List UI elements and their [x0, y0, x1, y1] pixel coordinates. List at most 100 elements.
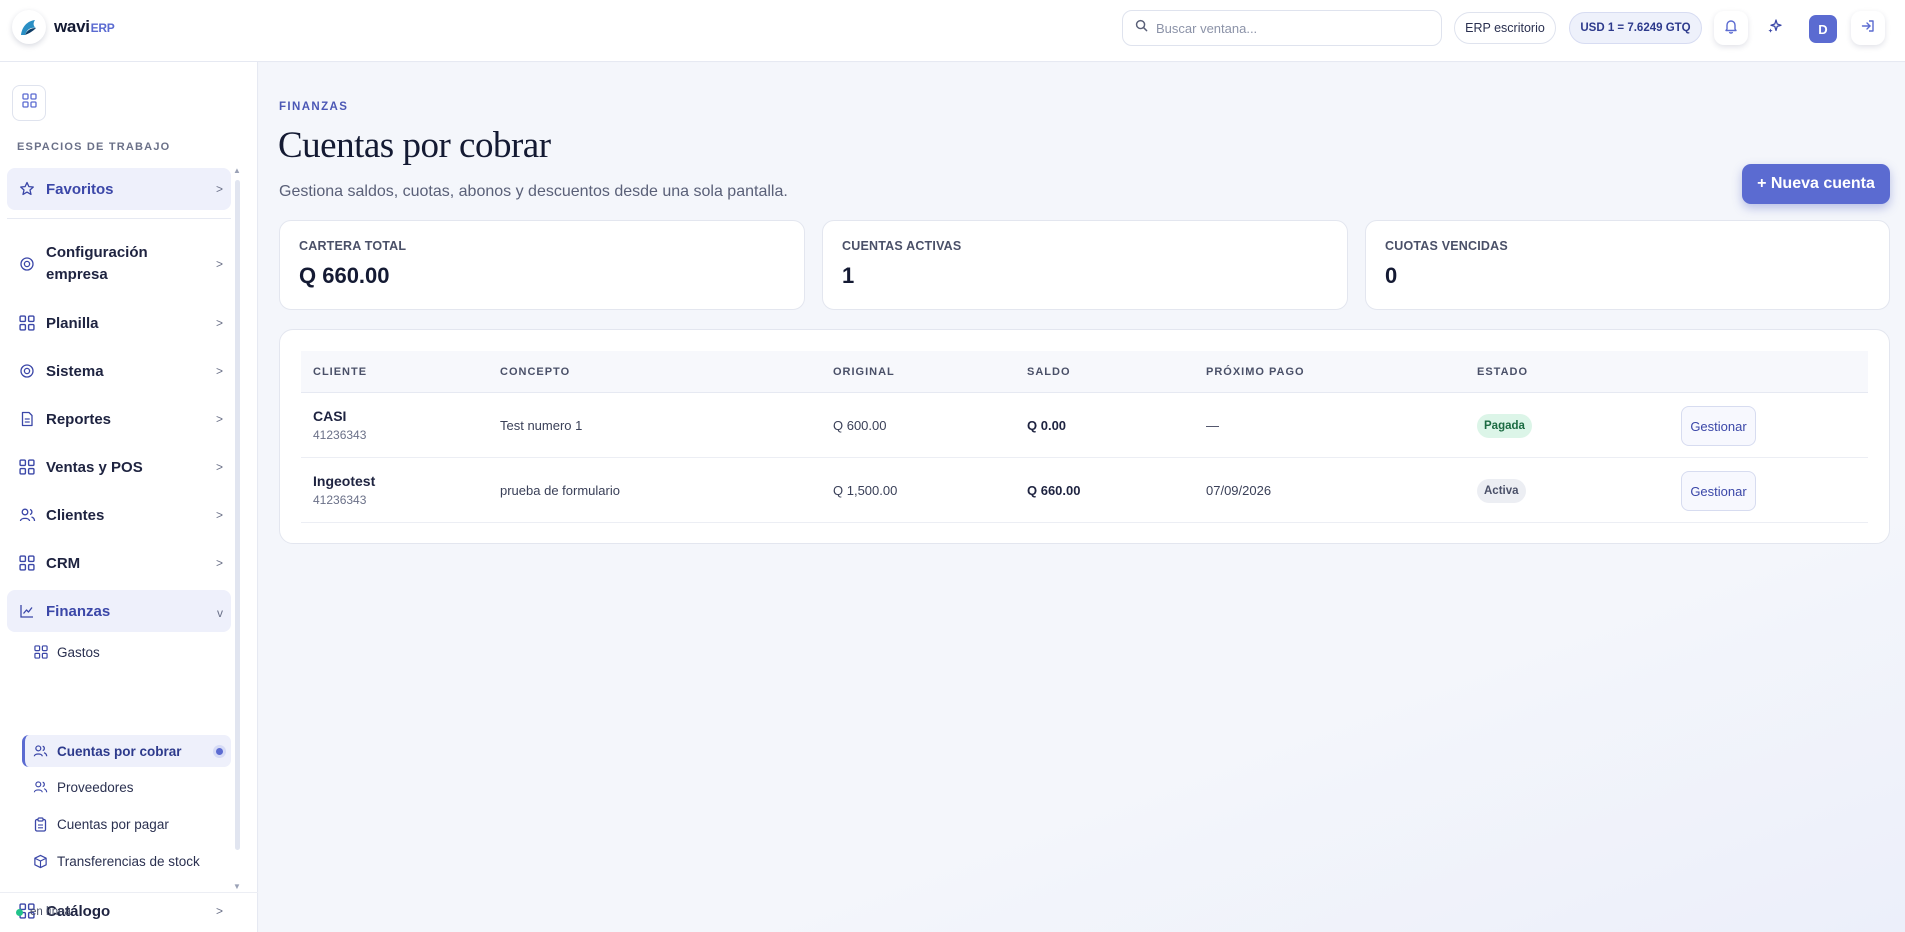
- sidebar-subitem-cuentas-por-cobrar[interactable]: Cuentas por cobrar: [22, 735, 231, 767]
- sidebar-item-label: Reportes: [46, 410, 112, 428]
- sidebar-subitem-cuentas-por-pagar[interactable]: Cuentas por pagar: [22, 808, 231, 840]
- next-payment-cell: 07/09/2026: [1206, 483, 1272, 498]
- stat-value: Q 660.00: [299, 263, 390, 288]
- stat-label: CARTERA TOTAL: [299, 239, 407, 253]
- top-bar: waviERP ERP escritorio USD 1 = 7.6249 GT…: [0, 0, 1905, 62]
- users-icon: [33, 744, 48, 759]
- sidebar-subitem-label: Cuentas por cobrar: [57, 743, 182, 759]
- current-page-indicator: [216, 747, 223, 755]
- client-name: CASI: [313, 408, 347, 424]
- target-icon: [18, 362, 36, 380]
- status-badge: Activa: [1477, 479, 1526, 503]
- column-header-cliente: CLIENTE: [313, 366, 368, 378]
- bell-icon: [1723, 18, 1739, 39]
- sidebar-subitem-transferencias-stock[interactable]: Transferencias de stock: [22, 845, 231, 877]
- sidebar-item-label: Ventas y POS: [46, 458, 143, 476]
- manage-button[interactable]: Gestionar: [1681, 471, 1756, 511]
- breadcrumb: FINANZAS: [279, 101, 349, 113]
- workspace-grid-button[interactable]: [12, 85, 46, 121]
- target-icon: [18, 255, 36, 273]
- sidebar-item-label: Clientes: [46, 506, 105, 524]
- sidebar-subitem-gastos[interactable]: Gastos: [22, 636, 231, 668]
- stat-card-cartera-total: CARTERA TOTAL Q 660.00: [279, 220, 805, 310]
- stat-value: 1: [842, 263, 855, 288]
- chevron-right-icon: >: [215, 257, 223, 271]
- workspaces-label: ESPACIOS DE TRABAJO: [17, 141, 171, 153]
- table-row: CASI 41236343 Test numero 1 Q 600.00 Q 0…: [301, 393, 1868, 458]
- scroll-down-arrow-icon[interactable]: ▼: [233, 882, 241, 891]
- new-account-button[interactable]: + Nueva cuenta: [1742, 164, 1890, 204]
- column-header-saldo: SALDO: [1027, 366, 1071, 378]
- manage-button[interactable]: Gestionar: [1681, 406, 1756, 446]
- ai-assistant-button[interactable]: [1758, 11, 1792, 45]
- sidebar-scrollbar[interactable]: [235, 180, 240, 850]
- notifications-button[interactable]: [1714, 11, 1748, 45]
- erp-mode-button[interactable]: ERP escritorio: [1454, 12, 1556, 44]
- client-id: 41236343: [313, 428, 367, 442]
- column-header-proximo-pago: PRÓXIMO PAGO: [1206, 366, 1305, 378]
- stat-card-cuotas-vencidas: CUOTAS VENCIDAS 0: [1365, 220, 1890, 310]
- users-icon: [33, 780, 48, 795]
- users-icon: [18, 506, 36, 524]
- sidebar-item-clientes[interactable]: Clientes >: [7, 494, 231, 536]
- status-badge: Pagada: [1477, 414, 1532, 438]
- sidebar-subitem-label: Proveedores: [57, 779, 134, 795]
- client-name: Ingeotest: [313, 473, 376, 489]
- sidebar-item-planilla[interactable]: Planilla >: [7, 302, 231, 344]
- grid-icon: [18, 554, 36, 572]
- page-title: Cuentas por cobrar: [278, 125, 551, 166]
- sidebar-subitem-label: Cuentas por pagar: [57, 816, 169, 832]
- logout-icon: [1860, 18, 1876, 39]
- clipboard-icon: [33, 816, 48, 832]
- chevron-right-icon: >: [215, 364, 223, 378]
- concept-cell: prueba de formulario: [500, 483, 620, 498]
- connection-status-label: en línea: [30, 906, 71, 918]
- balance-cell: Q 0.00: [1027, 418, 1067, 433]
- column-header-original: ORIGINAL: [833, 366, 895, 378]
- sidebar-subitem-proveedores[interactable]: Proveedores: [22, 771, 231, 803]
- accounts-table: CLIENTE CONCEPTO ORIGINAL SALDO PRÓXIMO …: [279, 329, 1890, 544]
- sidebar: ESPACIOS DE TRABAJO Favoritos > Configur…: [0, 62, 258, 932]
- page-subtitle: Gestiona saldos, cuotas, abonos y descue…: [279, 183, 788, 200]
- sidebar-item-crm[interactable]: CRM >: [7, 542, 231, 584]
- grid-icon: [18, 314, 36, 332]
- search-box[interactable]: [1122, 10, 1442, 46]
- chevron-right-icon: >: [215, 182, 223, 196]
- grid-icon: [18, 458, 36, 476]
- star-icon: [18, 180, 36, 198]
- online-dot-icon: [16, 908, 23, 916]
- sidebar-footer-divider: [0, 892, 258, 893]
- line-chart-icon: [18, 602, 36, 620]
- brand-logo[interactable]: waviERP: [12, 10, 115, 44]
- stat-label: CUENTAS ACTIVAS: [842, 239, 962, 253]
- exchange-rate-badge[interactable]: USD 1 = 7.6249 GTQ: [1569, 12, 1702, 44]
- sparkle-icon: [1767, 18, 1783, 39]
- table-header: CLIENTE CONCEPTO ORIGINAL SALDO PRÓXIMO …: [301, 351, 1868, 393]
- sidebar-item-finanzas[interactable]: Finanzas v: [7, 590, 231, 632]
- chevron-right-icon: >: [215, 904, 223, 918]
- original-amount-cell: Q 1,500.00: [833, 483, 898, 498]
- sidebar-item-favoritos[interactable]: Favoritos >: [7, 168, 231, 210]
- sidebar-item-reportes[interactable]: Reportes >: [7, 398, 231, 440]
- sidebar-divider: [7, 218, 231, 219]
- logout-button[interactable]: [1851, 11, 1885, 45]
- chevron-right-icon: >: [215, 412, 223, 426]
- brand-name: waviERP: [54, 17, 115, 36]
- user-avatar[interactable]: D: [1809, 15, 1837, 43]
- box-icon: [33, 854, 48, 869]
- dolphin-logo-icon: [12, 10, 46, 44]
- document-icon: [18, 410, 36, 428]
- sidebar-item-label: CRM: [46, 554, 81, 572]
- chevron-down-icon: v: [217, 606, 223, 620]
- search-icon: [1135, 19, 1148, 37]
- search-input[interactable]: [1156, 20, 1416, 36]
- sidebar-subitem-label: Gastos: [57, 644, 100, 660]
- sidebar-item-label: Sistema: [46, 362, 104, 380]
- balance-cell: Q 660.00: [1027, 483, 1081, 498]
- sidebar-item-label: Configuración empresa: [46, 244, 148, 283]
- sidebar-item-ventas-pos[interactable]: Ventas y POS >: [7, 446, 231, 488]
- sidebar-item-sistema[interactable]: Sistema >: [7, 350, 231, 392]
- scroll-up-arrow-icon[interactable]: ▲: [233, 166, 241, 175]
- next-payment-cell: —: [1206, 418, 1219, 433]
- sidebar-item-configuracion-empresa[interactable]: Configuración empresa >: [7, 239, 231, 289]
